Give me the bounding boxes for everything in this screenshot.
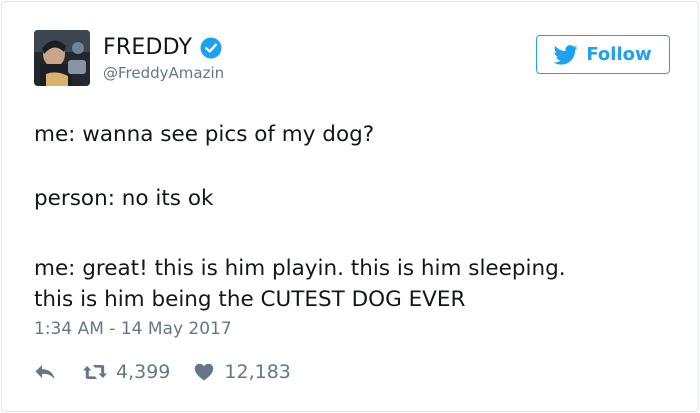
reply-arrow-icon (35, 365, 55, 379)
tweet-text-line: this is him being the CUTEST DOG EVER (34, 287, 466, 312)
user-handle[interactable]: @FreddyAmazin (103, 64, 224, 82)
tweet-text-line: me: wanna see pics of my dog? (34, 122, 375, 147)
reply-button[interactable] (34, 363, 60, 381)
twitter-bird-icon (554, 44, 578, 65)
tweet-card: FREDDY @FreddyAmazin Follow me: wanna se… (1, 1, 699, 412)
retweet-count: 4,399 (116, 361, 171, 383)
follow-button[interactable]: Follow (536, 35, 670, 74)
follow-label: Follow (586, 44, 652, 65)
like-button[interactable]: 12,183 (194, 361, 291, 383)
display-name[interactable]: FREDDY (103, 35, 192, 60)
tweet-text-line: me: great! this is him playin. this is h… (34, 256, 566, 281)
like-count: 12,183 (224, 361, 291, 383)
tweet-text-line: person: no its ok (34, 186, 214, 211)
retweet-icon (83, 365, 107, 379)
heart-icon (195, 363, 214, 381)
tweet-timestamp[interactable]: 1:34 AM - 14 May 2017 (34, 319, 232, 339)
avatar[interactable] (34, 30, 90, 86)
author-name-row: FREDDY (103, 35, 222, 60)
retweet-button[interactable]: 4,399 (82, 361, 170, 383)
avatar-image (34, 30, 90, 86)
tweet-actions: 4,399 12,183 (34, 358, 291, 386)
verified-badge-icon (200, 37, 222, 59)
